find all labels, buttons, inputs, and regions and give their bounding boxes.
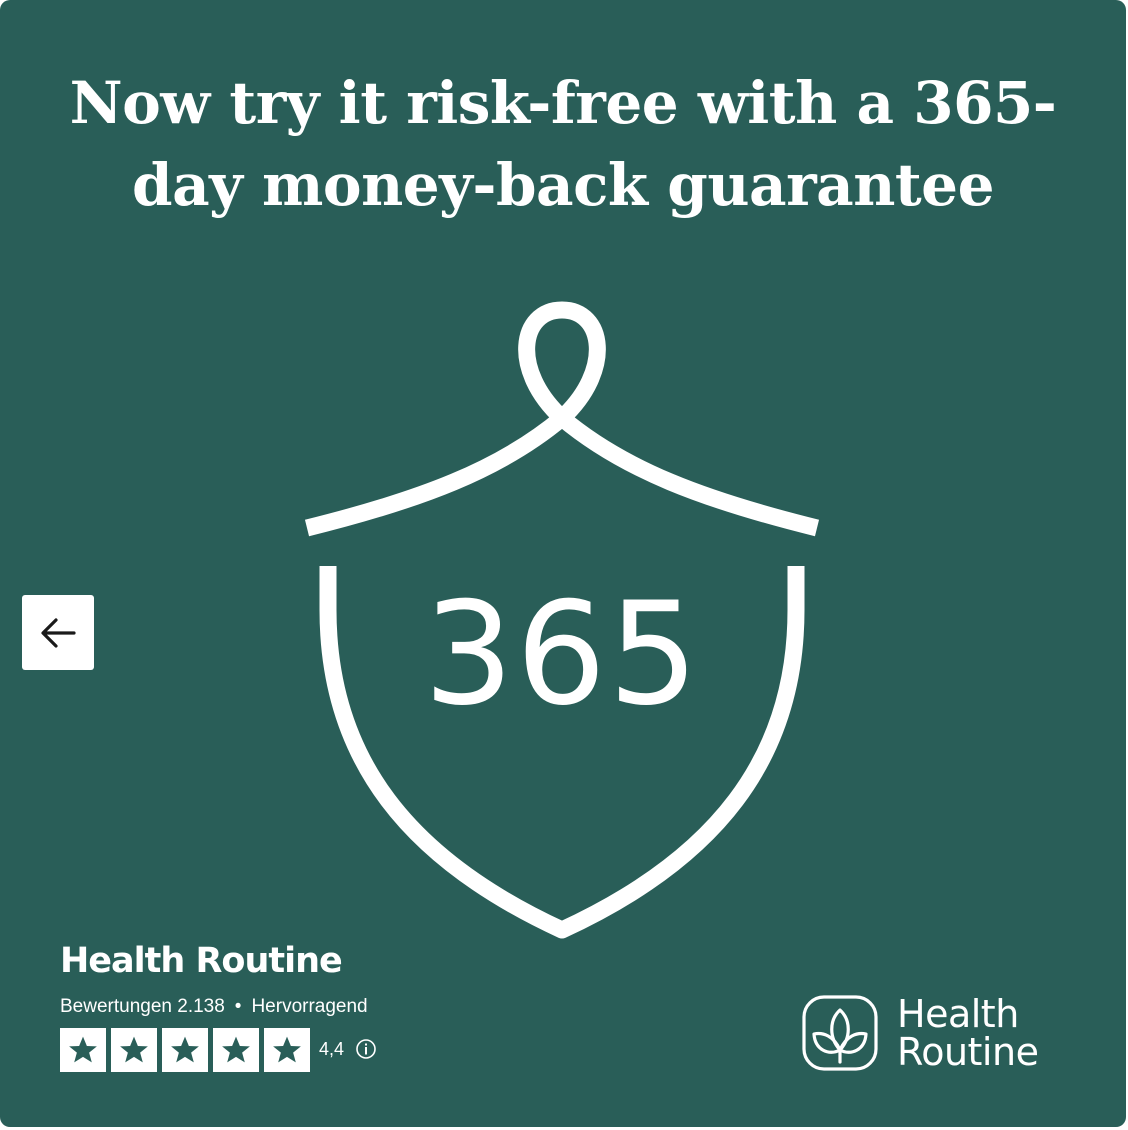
badge-number: 365	[423, 572, 700, 737]
promo-card: Now try it risk-free with a 365- day mon…	[0, 0, 1126, 1127]
trustpilot-review-count: Bewertungen 2.138	[60, 996, 225, 1017]
brand-wordmark: Health Routine	[897, 992, 1039, 1074]
carousel-prev-button[interactable]	[22, 595, 94, 670]
ribbon-loop	[518, 301, 606, 425]
trustpilot-company-name: Health Routine	[60, 941, 343, 981]
ribbon-right-strap	[556, 411, 820, 537]
trustpilot-verdict: Hervorragend	[251, 996, 368, 1017]
meta-separator: •	[234, 996, 242, 1017]
brand-line-1: Health	[897, 992, 1019, 1036]
star-3	[162, 1028, 208, 1072]
trustpilot-stars	[60, 1028, 315, 1072]
star-5	[264, 1028, 310, 1072]
star-icon	[273, 1036, 301, 1063]
health-routine-logo-icon	[802, 995, 878, 1071]
arrow-left-icon	[41, 617, 76, 648]
trustpilot-meta: Bewertungen 2.138 • Hervorragend	[60, 996, 368, 1018]
brand-line-2: Routine	[897, 1030, 1039, 1074]
star-icon	[171, 1036, 199, 1063]
trustpilot-score: 4,4	[319, 1039, 345, 1059]
star-1	[60, 1028, 106, 1072]
star-icon	[120, 1036, 148, 1063]
ribbon-left-strap	[304, 411, 568, 537]
star-4	[213, 1028, 259, 1072]
info-icon[interactable]	[355, 1038, 377, 1060]
star-icon	[222, 1036, 250, 1063]
star-2	[111, 1028, 157, 1072]
star-icon	[69, 1036, 97, 1063]
